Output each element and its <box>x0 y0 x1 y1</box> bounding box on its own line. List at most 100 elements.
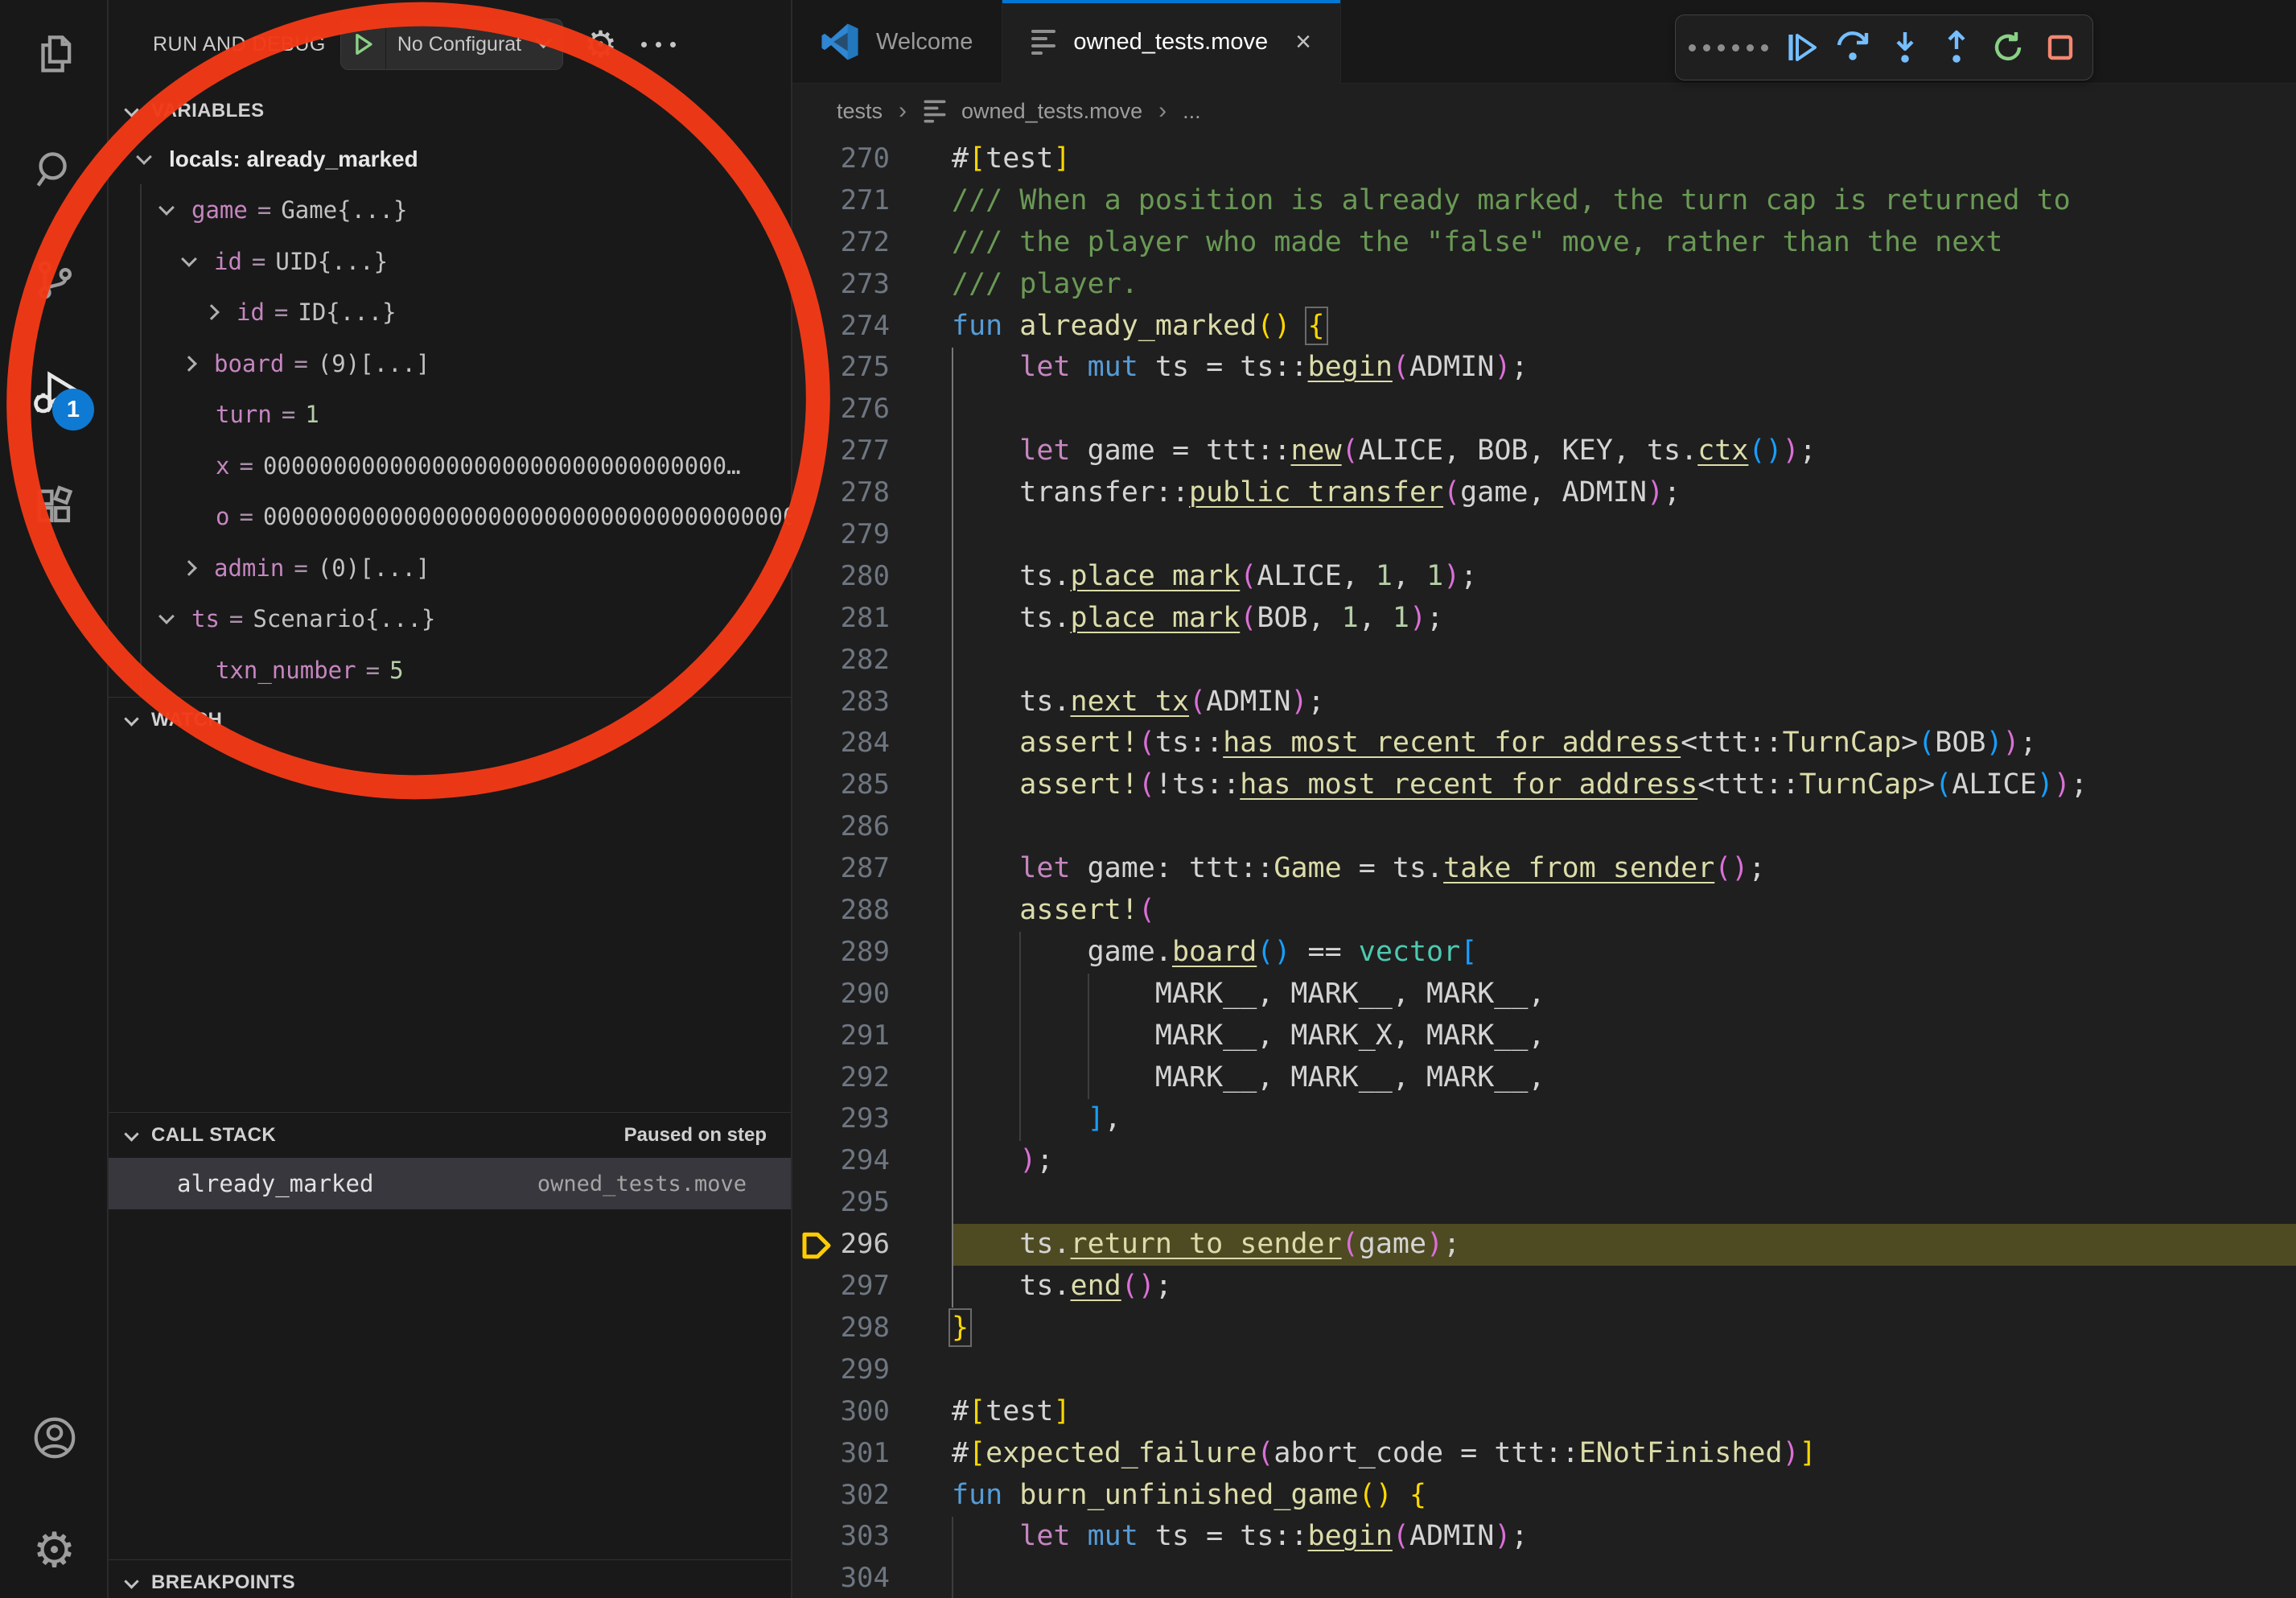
line-number[interactable]: 284 <box>792 723 890 764</box>
code-line[interactable]: 278 transfer::public_transfer(game, ADMI… <box>792 472 2296 514</box>
line-number[interactable]: 278 <box>792 472 890 514</box>
line-number[interactable]: 282 <box>792 640 890 682</box>
code-line[interactable]: 303 let mut ts = ts::begin(ADMIN); <box>792 1516 2296 1558</box>
code-line[interactable]: 298} <box>792 1308 2296 1349</box>
code-line[interactable]: 289 game.board() == vector[ <box>792 932 2296 974</box>
breadcrumb-item-file[interactable]: owned_tests.move <box>961 99 1142 124</box>
settings-gear-icon[interactable]: ⚙ <box>0 1506 109 1595</box>
code-line[interactable]: 271/// When a position is already marked… <box>792 180 2296 222</box>
line-number[interactable]: 301 <box>792 1433 890 1475</box>
code-line[interactable]: 293 ], <box>792 1098 2296 1140</box>
code-line[interactable]: 301#[expected_failure(abort_code = ttt::… <box>792 1433 2296 1475</box>
scope-row[interactable]: locals: already_marked <box>109 134 791 185</box>
line-number[interactable]: 298 <box>792 1308 890 1349</box>
breadcrumb-item-tests[interactable]: tests <box>837 99 883 124</box>
line-number[interactable]: 290 <box>792 974 890 1015</box>
code-line[interactable]: 270#[test] <box>792 138 2296 180</box>
step-out-button[interactable] <box>1937 28 1976 67</box>
line-number[interactable]: 274 <box>792 306 890 348</box>
code-line[interactable]: 292 MARK__, MARK__, MARK__, <box>792 1057 2296 1099</box>
code-line[interactable]: 290 MARK__, MARK__, MARK__, <box>792 974 2296 1015</box>
line-number[interactable]: 297 <box>792 1266 890 1308</box>
continue-button[interactable] <box>1782 28 1821 67</box>
source-control-icon[interactable] <box>0 236 109 324</box>
watch-section-header[interactable]: WATCH <box>109 698 791 743</box>
restart-button[interactable] <box>1989 28 2027 67</box>
code-line[interactable]: 286 <box>792 806 2296 848</box>
code-line[interactable]: 302fun burn_unfinished_game() { <box>792 1475 2296 1517</box>
line-number[interactable]: 293 <box>792 1098 890 1140</box>
code-line[interactable]: 296 ts.return_to_sender(game); <box>792 1224 2296 1266</box>
code-line[interactable]: 304 <box>792 1558 2296 1598</box>
variable-row[interactable]: o=00000000000000000000000000000000000000… <box>109 492 791 543</box>
line-number[interactable]: 275 <box>792 347 890 389</box>
debug-settings-gear-icon[interactable]: ⚙ <box>584 26 617 63</box>
line-number[interactable]: 286 <box>792 806 890 848</box>
accounts-icon[interactable] <box>0 1394 109 1482</box>
line-number[interactable]: 300 <box>792 1391 890 1433</box>
line-number[interactable]: 270 <box>792 138 890 180</box>
code-line[interactable]: 279 <box>792 514 2296 556</box>
start-debug-icon[interactable] <box>341 19 386 69</box>
variable-row[interactable]: admin=(0)[...] <box>109 542 791 594</box>
variable-row[interactable]: id=UID{...} <box>109 236 791 287</box>
line-number[interactable]: 285 <box>792 764 890 806</box>
code-line[interactable]: 281 ts.place_mark(BOB, 1, 1); <box>792 598 2296 640</box>
code-line[interactable]: 287 let game: ttt::Game = ts.take_from_s… <box>792 848 2296 890</box>
code-line[interactable]: 282 <box>792 640 2296 682</box>
code-line[interactable]: 280 ts.place_mark(ALICE, 1, 1); <box>792 556 2296 598</box>
code-line[interactable]: 275 let mut ts = ts::begin(ADMIN); <box>792 347 2296 389</box>
run-and-debug-icon[interactable]: 1 <box>0 350 109 439</box>
line-number[interactable]: 280 <box>792 556 890 598</box>
line-number[interactable]: 291 <box>792 1015 890 1057</box>
drag-handle-icon[interactable] <box>1689 44 1768 51</box>
line-number[interactable]: 277 <box>792 430 890 472</box>
code-line[interactable]: 273/// player. <box>792 264 2296 306</box>
code-line[interactable]: 288 assert!( <box>792 890 2296 932</box>
more-actions-icon[interactable] <box>641 42 676 47</box>
code-line[interactable]: 291 MARK__, MARK_X, MARK__, <box>792 1015 2296 1057</box>
code-line[interactable]: 277 let game = ttt::new(ALICE, BOB, KEY,… <box>792 430 2296 472</box>
variable-row[interactable]: ts=Scenario{...} <box>109 594 791 645</box>
line-number[interactable]: 295 <box>792 1182 890 1224</box>
code-line[interactable]: 299 <box>792 1349 2296 1391</box>
code-area[interactable]: 270#[test]271/// When a position is alre… <box>792 138 2296 1598</box>
code-line[interactable]: 294 ); <box>792 1140 2296 1182</box>
line-number[interactable]: 279 <box>792 514 890 556</box>
breakpoints-section-header[interactable]: BREAKPOINTS <box>109 1560 791 1598</box>
step-over-button[interactable] <box>1833 28 1872 67</box>
line-number[interactable]: 273 <box>792 264 890 306</box>
variable-row[interactable]: board=(9)[...] <box>109 338 791 389</box>
variable-row[interactable]: x=000000000000000000000000000000000… <box>109 440 791 492</box>
code-line[interactable]: 284 assert!(ts::has_most_recent_for_addr… <box>792 723 2296 764</box>
line-number[interactable]: 271 <box>792 180 890 222</box>
line-number[interactable]: 288 <box>792 890 890 932</box>
extensions-icon[interactable] <box>0 463 109 551</box>
code-line[interactable]: 300#[test] <box>792 1391 2296 1433</box>
line-number[interactable]: 289 <box>792 932 890 974</box>
code-line[interactable]: 285 assert!(!ts::has_most_recent_for_add… <box>792 764 2296 806</box>
debug-config-dropdown[interactable]: No Configurat <box>340 19 563 70</box>
line-number[interactable]: 276 <box>792 389 890 430</box>
line-number[interactable]: 272 <box>792 222 890 264</box>
line-number[interactable]: 283 <box>792 682 890 723</box>
tab-welcome[interactable]: Welcome <box>792 0 1002 84</box>
tab-owned-tests[interactable]: owned_tests.move × <box>1002 0 1341 84</box>
line-number[interactable]: 299 <box>792 1349 890 1391</box>
variable-row[interactable]: id=ID{...} <box>109 287 791 339</box>
code-line[interactable]: 274fun already_marked() { <box>792 306 2296 348</box>
code-line[interactable]: 272/// the player who made the "false" m… <box>792 222 2296 264</box>
call-stack-section-header[interactable]: CALL STACK Paused on step <box>109 1113 791 1158</box>
variables-section-header[interactable]: VARIABLES <box>109 89 791 134</box>
variable-row[interactable]: txn_number=5 <box>109 645 791 696</box>
code-line[interactable]: 276 <box>792 389 2296 430</box>
step-into-button[interactable] <box>1886 28 1924 67</box>
search-icon[interactable] <box>0 125 109 213</box>
close-tab-icon[interactable]: × <box>1295 28 1311 56</box>
line-number[interactable]: 287 <box>792 848 890 890</box>
line-number[interactable]: 294 <box>792 1140 890 1182</box>
variable-row[interactable]: turn=1 <box>109 389 791 441</box>
code-line[interactable]: 295 <box>792 1182 2296 1224</box>
variable-row[interactable]: game=Game{...} <box>109 185 791 237</box>
line-number[interactable]: 302 <box>792 1475 890 1517</box>
